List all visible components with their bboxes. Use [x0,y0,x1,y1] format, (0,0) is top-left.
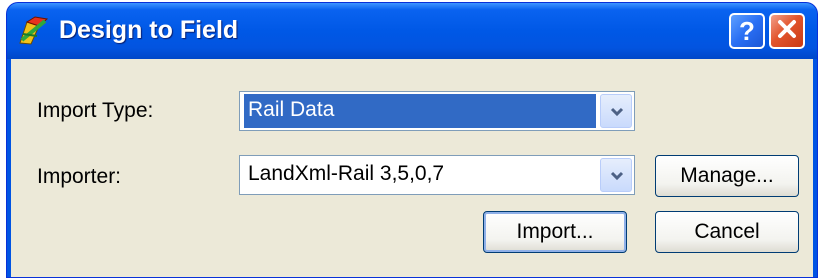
help-button[interactable]: ? [729,13,765,49]
app-icon [17,16,51,46]
close-button[interactable] [769,13,805,49]
import-button[interactable]: Import... [483,211,627,253]
importer-value: LandXml-Rail 3,5,0,7 [248,162,445,185]
window-title: Design to Field [59,16,239,44]
cancel-button[interactable]: Cancel [655,211,799,253]
importer-label: Importer: [37,165,122,188]
dialog-body: Import Type: Rail Data Importer: LandXml… [11,59,813,277]
help-icon: ? [739,15,755,46]
title-bar[interactable]: Design to Field ? [7,3,817,59]
importer-dropdown-button[interactable] [600,158,632,192]
manage-button[interactable]: Manage... [655,155,799,197]
import-type-select[interactable]: Rail Data [239,91,635,131]
dialog-window: Design to Field ? Import Type: Rail Data [6,2,818,278]
import-type-label: Import Type: [37,99,154,122]
import-type-dropdown-button[interactable] [600,94,632,128]
importer-select[interactable]: LandXml-Rail 3,5,0,7 [239,155,635,195]
import-type-value: Rail Data [244,94,596,128]
close-icon [776,18,798,45]
